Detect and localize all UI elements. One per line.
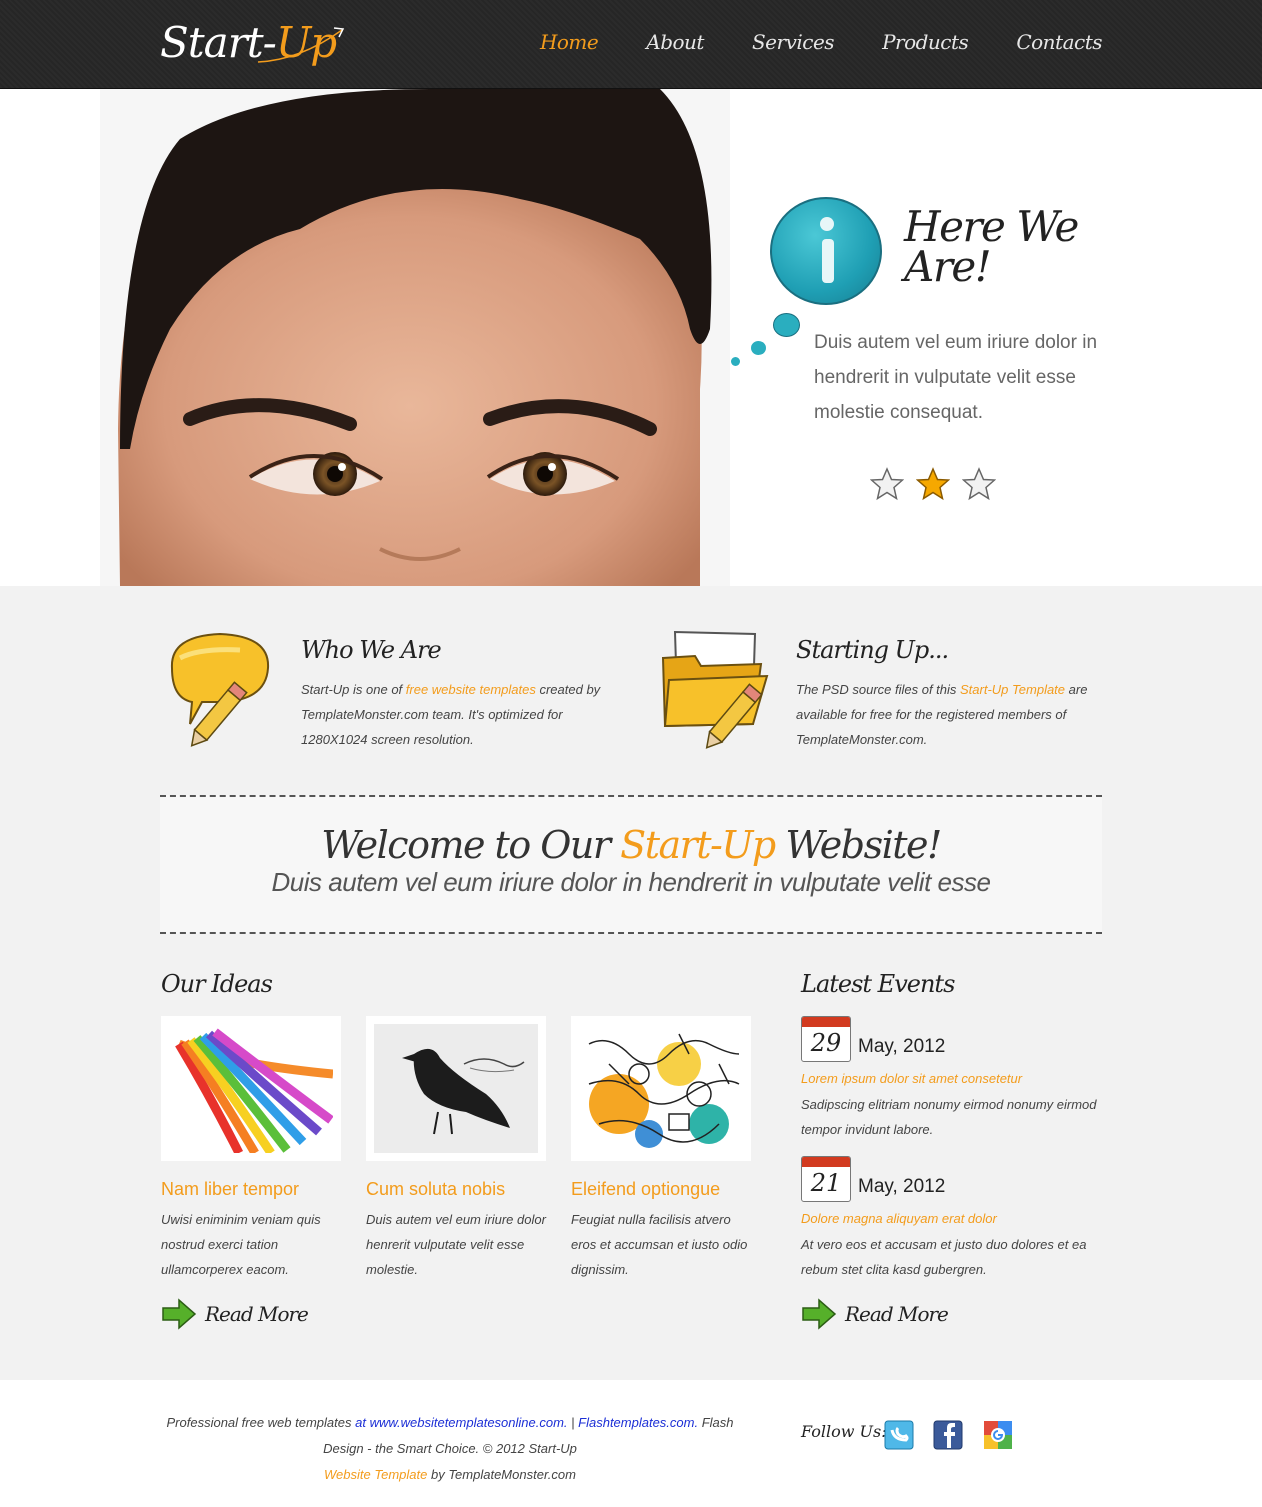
hero-man-face-image <box>100 89 730 586</box>
website-template-link[interactable]: Website Template <box>324 1467 427 1482</box>
feature-who-we-are: Who We Are Start-Up is one of free websi… <box>160 628 620 758</box>
rainbow-image[interactable] <box>161 1016 341 1161</box>
feature-starting-up: Starting Up... The PSD source files of t… <box>655 628 1115 758</box>
event-text: Sadipscing elitriam nonumy eirmod nonumy… <box>801 1097 1097 1137</box>
idea-text: Feugiat nulla facilisis atvero eros et a… <box>571 1212 748 1277</box>
welcome-banner: Welcome to Our Start-Up Website! Duis au… <box>160 795 1102 934</box>
feature-text: Start-Up is one of free website template… <box>301 682 601 747</box>
star-icon-selected[interactable] <box>916 467 950 501</box>
event-day: 29 <box>810 1029 842 1057</box>
idea-text: Duis autem vel eum iriure dolor henrerit… <box>366 1212 546 1277</box>
site-header: Start-Up Home About Services Products Co… <box>0 0 1262 89</box>
read-more-label: Read More <box>845 1302 949 1326</box>
event-date: May, 2012 <box>858 1176 946 1197</box>
hero-title: Here We Are! <box>904 202 1079 291</box>
event-item: 29 May, 2012 Lorem ipsum dolor sit amet … <box>801 1016 1101 1146</box>
template-link[interactable]: Start-Up Template <box>960 682 1065 697</box>
info-bubble-icon <box>770 197 882 305</box>
feature-text: The PSD source files of this Start-Up Te… <box>796 682 1088 747</box>
event-title[interactable]: Dolore magna aliquyam erat dolor <box>801 1211 1101 1226</box>
welcome-subtitle: Duis autem vel eum iriure dolor in hendr… <box>271 867 991 897</box>
rating-stars <box>870 467 996 501</box>
facebook-icon[interactable] <box>933 1420 963 1450</box>
flashtemplates-link[interactable]: Flashtemplates.com. <box>578 1415 698 1430</box>
nav-products[interactable]: Products <box>882 30 969 54</box>
doodle-art-image[interactable] <box>571 1016 751 1161</box>
hero-banner: Here We Are! Duis autem vel eum iriure d… <box>0 89 1262 586</box>
free-templates-link[interactable]: free website templates <box>406 682 536 697</box>
green-arrow-icon <box>802 1298 837 1330</box>
events-read-more-button[interactable]: Read More <box>801 1298 949 1330</box>
event-day: 21 <box>810 1169 842 1197</box>
welcome-title: Welcome to Our Start-Up Website! <box>321 823 942 867</box>
star-icon[interactable] <box>870 467 904 501</box>
nav-about[interactable]: About <box>646 30 704 54</box>
logo-arrow-icon <box>257 27 345 63</box>
hero-text: Duis autem vel eum iriure dolor in hendr… <box>814 332 1098 423</box>
idea-card: Cum soluta nobis Duis autem vel eum iriu… <box>366 1016 546 1282</box>
nav-services[interactable]: Services <box>752 30 835 54</box>
green-arrow-icon <box>162 1298 197 1330</box>
websitetemplatesonline-link[interactable]: at www.websitetemplatesonline.com. <box>355 1415 567 1430</box>
nav-home[interactable]: Home <box>540 30 599 54</box>
idea-title[interactable]: Eleifend optiongue <box>571 1179 751 1200</box>
google-icon[interactable] <box>983 1420 1013 1450</box>
calendar-icon: 21 <box>801 1156 851 1202</box>
event-text: At vero eos et accusam et justo duo dolo… <box>801 1237 1087 1277</box>
star-icon[interactable] <box>962 467 996 501</box>
event-title[interactable]: Lorem ipsum dolor sit amet consetetur <box>801 1071 1101 1086</box>
idea-text: Uwisi eniminim veniam quis nostrud exerc… <box>161 1212 321 1277</box>
folder-pencil-icon <box>661 630 769 749</box>
events-section-title: Latest Events <box>801 970 955 998</box>
event-date: May, 2012 <box>858 1036 946 1057</box>
idea-title[interactable]: Nam liber tempor <box>161 1179 341 1200</box>
feature-title: Who We Are <box>301 636 442 664</box>
ideas-section-title: Our Ideas <box>161 970 273 998</box>
crow-sketch-image[interactable] <box>366 1016 546 1161</box>
read-more-label: Read More <box>205 1302 309 1326</box>
twitter-icon[interactable] <box>884 1420 914 1450</box>
footer-credits: Professional free web templates at www.w… <box>166 1415 734 1482</box>
thought-dot-medium <box>751 341 766 355</box>
idea-card: Eleifend optiongue Feugiat nulla facilis… <box>571 1016 751 1282</box>
calendar-icon: 29 <box>801 1016 851 1062</box>
thought-dot-large <box>773 313 800 337</box>
ideas-read-more-button[interactable]: Read More <box>161 1298 309 1330</box>
follow-us-label: Follow Us: <box>801 1422 887 1441</box>
idea-title[interactable]: Cum soluta nobis <box>366 1179 546 1200</box>
main-nav: Home About Services Products Contacts <box>540 30 1103 54</box>
speech-bubble-pencil-icon <box>170 632 270 747</box>
thought-dot-small <box>731 357 740 366</box>
site-footer: Professional free web templates at www.w… <box>0 1380 1262 1507</box>
event-item: 21 May, 2012 Dolore magna aliquyam erat … <box>801 1156 1101 1286</box>
idea-card: Nam liber tempor Uwisi eniminim veniam q… <box>161 1016 341 1282</box>
feature-title: Starting Up... <box>796 636 949 664</box>
nav-contacts[interactable]: Contacts <box>1016 30 1102 54</box>
